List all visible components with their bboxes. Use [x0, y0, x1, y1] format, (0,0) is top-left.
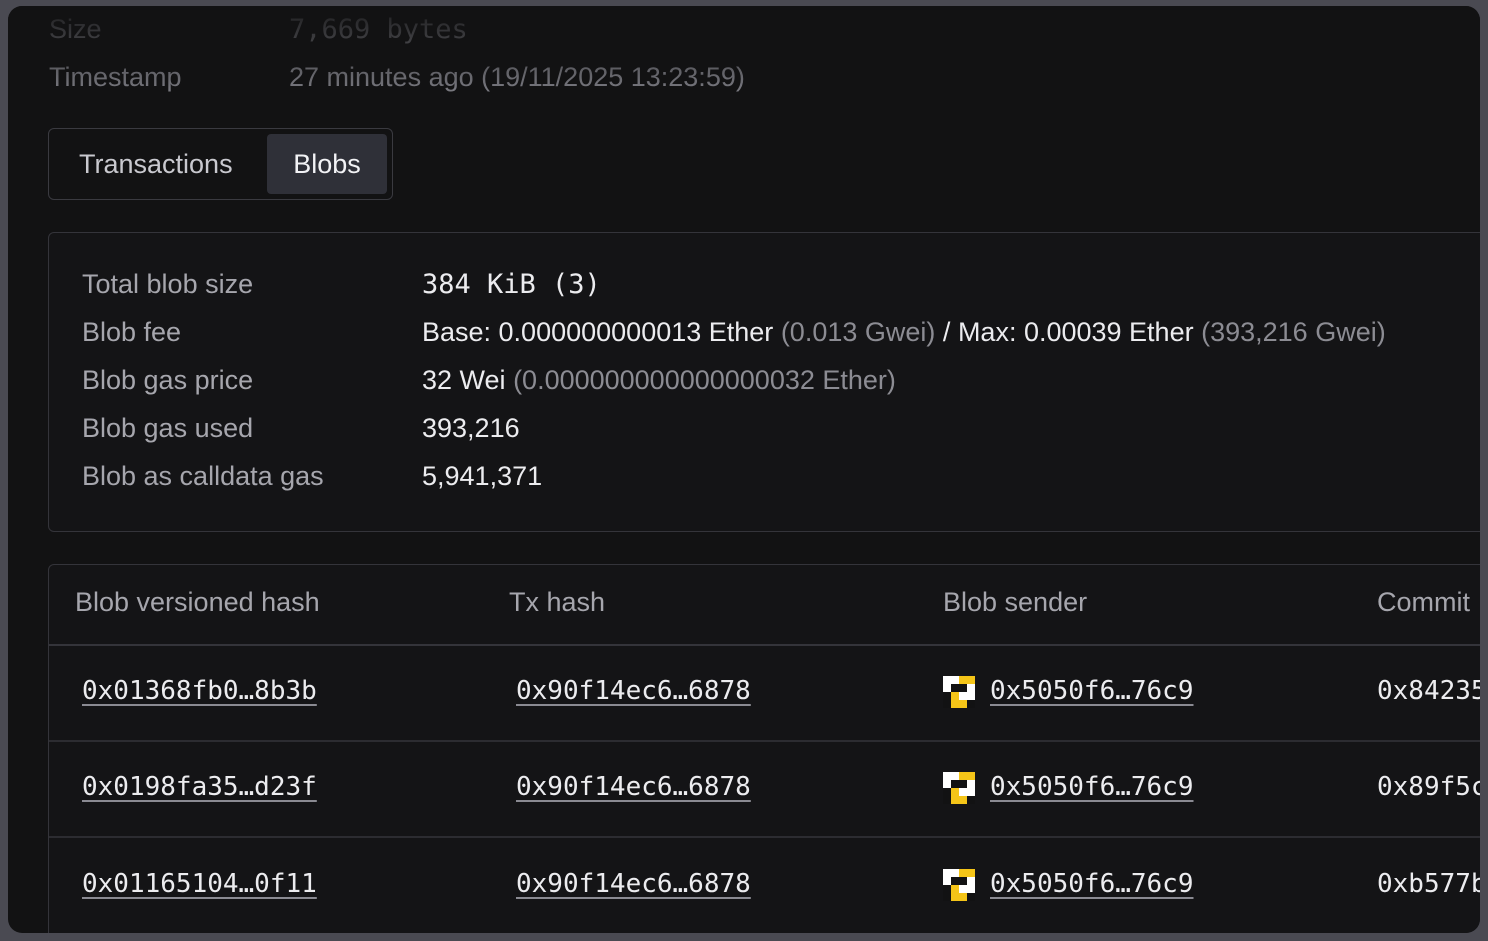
app-window: Size 7,669 bytes Timestamp 27 minutes ag…	[8, 6, 1480, 933]
timestamp-value: 27 minutes ago (19/11/2025 13:23:59)	[289, 62, 745, 92]
column-header-commitment: Commit	[1377, 587, 1470, 617]
column-header-tx-hash: Tx hash	[509, 587, 606, 617]
blob-fee-base-gwei: (0.013 Gwei)	[780, 317, 936, 347]
blob-fee-label: Blob fee	[82, 317, 182, 347]
size-value: 7,669 bytes	[289, 14, 468, 45]
commitment-value: 0x84235	[1377, 676, 1480, 706]
tab-group: Transactions Blobs	[48, 128, 393, 200]
blob-gas-price-ether: (0.000000000000000032 Ether)	[513, 365, 896, 395]
blob-fee-max: Max: 0.00039 Ether	[957, 317, 1194, 347]
column-header-blob-sender: Blob sender	[943, 587, 1088, 617]
blobs-table: Blob versioned hash Tx hash Blob sender …	[48, 564, 1480, 933]
identicon-avatar-icon	[943, 676, 975, 708]
tab-transactions[interactable]: Transactions	[79, 134, 233, 194]
total-blob-size-value: 384 KiB (3)	[422, 269, 601, 300]
tx-hash-link[interactable]: 0x90f14ec6…6878	[516, 772, 751, 802]
sender-address-link[interactable]: 0x5050f6…76c9	[990, 772, 1194, 802]
identicon-avatar-icon	[943, 772, 975, 804]
size-label: Size	[49, 14, 102, 44]
sender-address-link[interactable]: 0x5050f6…76c9	[990, 869, 1194, 899]
blob-hash-link[interactable]: 0x01165104…0f11	[82, 869, 317, 899]
tx-hash-link[interactable]: 0x90f14ec6…6878	[516, 676, 751, 706]
blob-summary-panel: Total blob size 384 KiB (3) Blob fee Bas…	[48, 232, 1480, 532]
identicon-avatar-icon	[943, 869, 975, 901]
blob-fee-max-gwei: (393,216 Gwei)	[1201, 317, 1386, 347]
tx-hash-link[interactable]: 0x90f14ec6…6878	[516, 869, 751, 899]
column-header-blob-hash: Blob versioned hash	[75, 587, 320, 617]
blob-hash-link[interactable]: 0x0198fa35…d23f	[82, 772, 317, 802]
commitment-value: 0x89f5c	[1377, 772, 1480, 802]
sender-address-link[interactable]: 0x5050f6…76c9	[990, 676, 1194, 706]
blob-hash-link[interactable]: 0x01368fb0…8b3b	[82, 676, 317, 706]
blob-fee-separator: /	[942, 317, 951, 347]
blob-fee-base: Base: 0.000000000013 Ether	[422, 317, 774, 347]
header-divider	[49, 644, 1480, 646]
blob-gas-price-value: 32 Wei (0.000000000000000032 Ether)	[422, 365, 896, 396]
timestamp-label: Timestamp	[49, 62, 182, 92]
blob-gas-used-label: Blob gas used	[82, 413, 254, 443]
blob-gas-price-wei: 32 Wei	[422, 365, 506, 395]
blob-gas-used-value: 393,216	[422, 413, 520, 443]
commitment-value: 0xb577b	[1377, 869, 1480, 899]
blob-calldata-gas-value: 5,941,371	[422, 461, 543, 491]
blob-gas-price-label: Blob gas price	[82, 365, 254, 395]
row-divider	[49, 740, 1480, 742]
blob-calldata-gas-label: Blob as calldata gas	[82, 461, 324, 491]
total-blob-size-label: Total blob size	[82, 269, 254, 299]
row-divider	[49, 836, 1480, 838]
blob-fee-value: Base: 0.000000000013 Ether (0.013 Gwei) …	[422, 317, 1386, 348]
tab-blobs[interactable]: Blobs	[267, 134, 387, 194]
